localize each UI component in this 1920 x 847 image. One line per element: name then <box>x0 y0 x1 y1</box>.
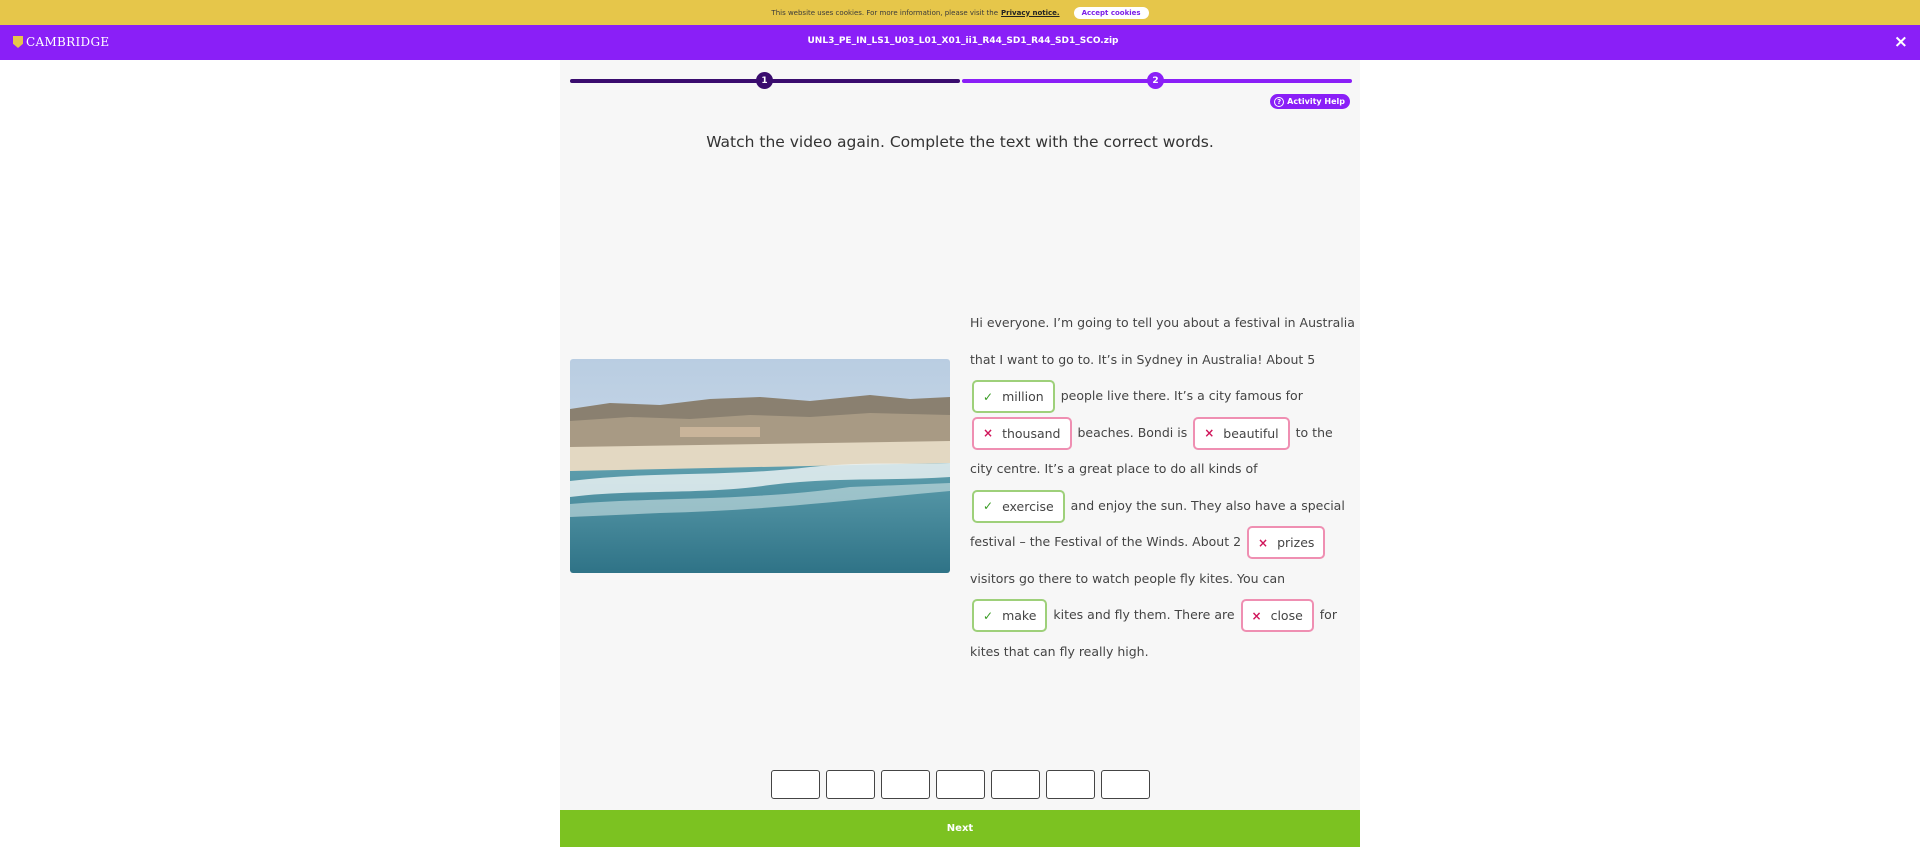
step-2-dot[interactable]: 2 <box>1147 72 1164 89</box>
cookie-banner: This website uses cookies. For more info… <box>0 0 1920 25</box>
gap-word: exercise <box>1002 498 1054 514</box>
beach-video-thumbnail[interactable] <box>570 359 950 573</box>
top-bar: CAMBRIDGE UNL3_PE_IN_LS1_U03_L01_X01_ii1… <box>0 25 1920 60</box>
check-icon: ✓ <box>983 499 994 513</box>
check-icon: ✓ <box>983 608 994 623</box>
passage-segment: kites and fly them. There are <box>1053 607 1235 622</box>
answer-gap-1[interactable]: ✓ million <box>972 380 1055 413</box>
answer-boxes <box>771 770 1150 799</box>
passage-segment: people live there. It’s a city famous fo… <box>1060 388 1303 403</box>
activity-help-button[interactable]: ? Activity Help <box>1270 94 1350 109</box>
answer-box-3[interactable] <box>881 770 930 799</box>
gap-word: beautiful <box>1223 425 1279 441</box>
question-icon: ? <box>1274 96 1285 107</box>
accept-cookies-button[interactable]: Accept cookies <box>1073 6 1149 19</box>
gap-word: prizes <box>1277 535 1315 550</box>
bondi-beach-image <box>570 359 950 573</box>
answer-gap-3[interactable]: × beautiful <box>1193 416 1290 450</box>
instruction-text: Watch the video again. Complete the text… <box>706 133 1214 151</box>
answer-box-4[interactable] <box>936 770 985 799</box>
cross-icon: × <box>1251 608 1262 623</box>
activity-panel: 1 2 ? Activity Help Watch the video agai… <box>560 60 1360 847</box>
answer-gap-2[interactable]: × thousand <box>972 416 1072 450</box>
answer-gap-7[interactable]: × close <box>1240 599 1314 632</box>
answer-box-6[interactable] <box>1046 770 1095 799</box>
answer-gap-4[interactable]: ✓ exercise <box>972 489 1065 523</box>
passage-segment: beaches. Bondi is <box>1077 424 1188 440</box>
package-title: UNL3_PE_IN_LS1_U03_L01_X01_ii1_R44_SD1_R… <box>807 36 1119 46</box>
activity-help-label: Activity Help <box>1287 97 1345 106</box>
passage-segment: visitors go there to watch people fly ki… <box>970 570 1286 586</box>
answer-box-7[interactable] <box>1101 770 1150 799</box>
passage-segment: Hi everyone. I’m going to tell you about… <box>970 315 1355 367</box>
next-button[interactable]: Next <box>560 810 1360 847</box>
cross-icon: × <box>1204 426 1215 440</box>
privacy-notice-link[interactable]: Privacy notice. <box>1001 9 1060 17</box>
step-1-dot[interactable]: 1 <box>756 72 773 89</box>
gap-word: make <box>1002 608 1037 623</box>
gap-word: thousand <box>1002 425 1061 441</box>
cross-icon: × <box>1258 535 1269 550</box>
cookie-text: This website uses cookies. For more info… <box>771 8 999 17</box>
cross-icon: × <box>983 426 994 440</box>
passage-text: Hi everyone. I’m going to tell you about… <box>970 305 1355 670</box>
answer-box-5[interactable] <box>991 770 1040 799</box>
gap-word: close <box>1270 608 1303 623</box>
answer-box-1[interactable] <box>771 770 820 799</box>
answer-gap-5[interactable]: × prizes <box>1247 526 1326 559</box>
check-icon: ✓ <box>983 389 994 404</box>
progress-bar: 1 2 <box>570 72 1352 89</box>
close-icon[interactable]: × <box>1894 32 1908 52</box>
gap-word: million <box>1002 389 1044 404</box>
answer-gap-6[interactable]: ✓ make <box>972 599 1048 632</box>
answer-box-2[interactable] <box>826 770 875 799</box>
